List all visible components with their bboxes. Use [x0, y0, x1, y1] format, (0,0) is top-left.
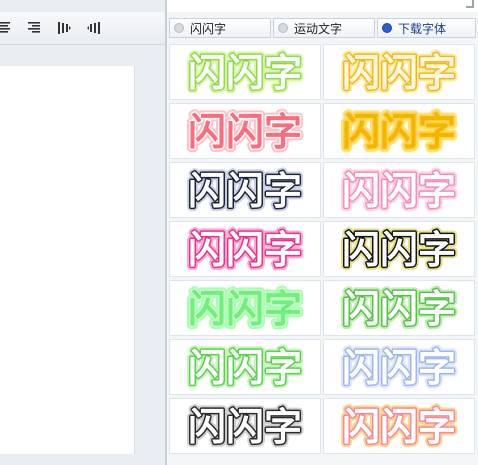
- tab-flash-text[interactable]: 闪闪字: [169, 18, 271, 38]
- effect-tabs: 闪闪字 运动文字 下载字体: [167, 18, 478, 40]
- sample-text: 闪闪字: [342, 346, 456, 390]
- font-sample-tile[interactable]: 闪闪字 闪闪字: [169, 44, 321, 100]
- align-center-button[interactable]: [0, 18, 14, 38]
- text-direction-left-button[interactable]: [54, 18, 74, 38]
- tab-label: 运动文字: [294, 21, 343, 36]
- font-sample-tile[interactable]: 闪闪字 闪闪字: [169, 280, 321, 336]
- sample-text: 闪闪字: [188, 405, 302, 449]
- sample-text: 闪闪字: [342, 110, 456, 154]
- font-sample-tile[interactable]: 闪闪字 闪闪字: [169, 103, 321, 159]
- font-sample-tile[interactable]: 闪闪字 闪闪字: [169, 221, 321, 277]
- font-sample-preview: 闪闪字闪闪字: [184, 284, 305, 335]
- font-sample-tile[interactable]: 闪闪字 闪闪字: [323, 398, 475, 454]
- font-sample-tile[interactable]: 闪闪字 闪闪字: [169, 162, 321, 218]
- sample-text: 闪闪字: [188, 51, 302, 95]
- align-center-icon: [0, 22, 10, 33]
- font-sample-tile[interactable]: 闪闪字 闪闪字: [323, 280, 475, 336]
- text-direction-left-icon: [58, 22, 71, 34]
- font-sample-tile[interactable]: 闪闪字 闪闪字: [323, 221, 475, 277]
- font-sample-preview: 闪闪字闪闪字: [338, 343, 459, 394]
- tab-label: 下载字体: [398, 21, 447, 36]
- editor-pane: [0, 0, 166, 465]
- tab-bullet-icon: [174, 23, 184, 33]
- font-sample-tile[interactable]: 闪闪字 闪闪字: [323, 162, 475, 218]
- align-right-icon: [28, 22, 40, 33]
- font-sample-tile[interactable]: 闪闪字 闪闪字: [323, 339, 475, 395]
- font-sample-preview: 闪闪字闪闪字: [184, 107, 305, 158]
- font-sample-preview: 闪闪字闪闪字: [338, 166, 459, 217]
- tab-download-fonts[interactable]: 下载字体: [377, 18, 476, 38]
- sample-text: 闪闪字: [188, 228, 302, 272]
- font-sample-preview: 闪闪字闪闪字: [338, 107, 459, 158]
- font-effects-panel: 闪闪字 运动文字 下载字体 闪闪字 闪闪字 闪闪字 闪闪字 闪闪字 闪闪字 闪闪字 闪闪字 闪闪…: [167, 0, 478, 465]
- font-sample-tile[interactable]: 闪闪字 闪闪字: [169, 398, 321, 454]
- sample-text: 闪闪字: [342, 169, 456, 213]
- tab-bullet-icon: [382, 23, 392, 33]
- font-sample-preview: 闪闪字闪闪字: [184, 343, 305, 394]
- text-direction-right-button[interactable]: [84, 18, 104, 38]
- editor-canvas[interactable]: [0, 66, 135, 454]
- corner-icon: [466, 0, 474, 8]
- font-sample-preview: 闪闪字闪闪字: [184, 48, 305, 99]
- sample-text: 闪闪字: [342, 228, 456, 272]
- sample-text: 闪闪字: [342, 405, 456, 449]
- sample-text: 闪闪字: [188, 169, 302, 213]
- font-sample-preview: 闪闪字闪闪字: [338, 225, 459, 276]
- font-sample-tile[interactable]: 闪闪字 闪闪字: [323, 44, 475, 100]
- font-sample-tile[interactable]: 闪闪字 闪闪字: [169, 339, 321, 395]
- sample-text: 闪闪字: [188, 346, 302, 390]
- text-direction-right-icon: [87, 22, 100, 34]
- font-sample-preview: 闪闪字闪闪字: [338, 284, 459, 335]
- sample-text: 闪闪字: [188, 287, 302, 331]
- sample-text: 闪闪字: [188, 110, 302, 154]
- panel-top-strip: [167, 0, 478, 12]
- sample-text: 闪闪字: [342, 287, 456, 331]
- font-sample-preview: 闪闪字闪闪字: [184, 225, 305, 276]
- font-sample-preview: 闪闪字闪闪字: [338, 402, 459, 453]
- tab-label: 闪闪字: [190, 21, 227, 36]
- formatting-toolbar: [0, 12, 166, 45]
- font-sample-tile[interactable]: 闪闪字 闪闪字: [323, 103, 475, 159]
- font-sample-preview: 闪闪字闪闪字: [338, 48, 459, 99]
- align-right-button[interactable]: [24, 18, 44, 38]
- font-sample-preview: 闪闪字闪闪字: [184, 166, 305, 217]
- sample-text: 闪闪字: [342, 51, 456, 95]
- tab-bullet-icon: [278, 23, 288, 33]
- tab-motion-text[interactable]: 运动文字: [273, 18, 375, 38]
- font-sample-preview: 闪闪字闪闪字: [184, 402, 305, 453]
